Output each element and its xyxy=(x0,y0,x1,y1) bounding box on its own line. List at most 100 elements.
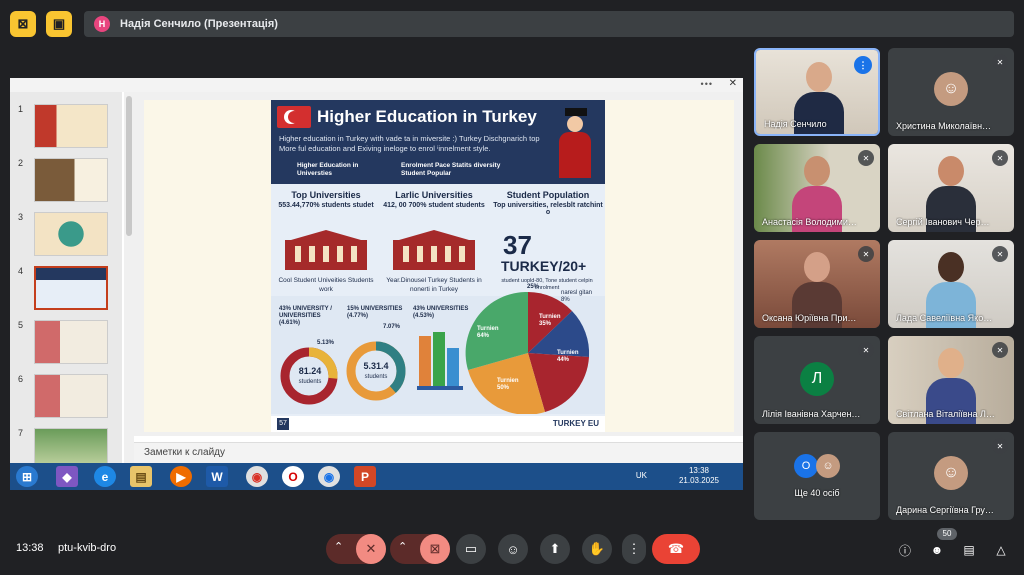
mic-control[interactable]: ⌃ ✕ xyxy=(326,534,386,564)
infographic: Higher Education in Turkey Higher educat… xyxy=(271,100,605,432)
participant-name: Христина Миколаївн… xyxy=(896,121,992,131)
mic-off-icon: ✕ xyxy=(992,246,1008,262)
info-icon[interactable]: ⓘ xyxy=(896,541,914,559)
mic-off-icon: ✕ xyxy=(992,54,1008,70)
present-button[interactable]: ⬆ xyxy=(540,534,570,564)
opera-icon[interactable]: O xyxy=(282,466,304,487)
thumb-number: 4 xyxy=(18,266,24,276)
participant-tile[interactable]: Л ✕ Лілія Іванівна Харчен… xyxy=(754,336,880,424)
donut2-label: 15% UNIVERSITIES (4.77%) xyxy=(347,306,403,319)
col2-sub: 412, 00 700% student students xyxy=(383,202,485,209)
col1-head: Top Universities 553.44,770% students st… xyxy=(271,190,381,209)
mic-off-icon: ✕ xyxy=(858,342,874,358)
mic-off-button[interactable]: ✕ xyxy=(356,534,386,564)
infographic-charts: 43% UNIVERSITY / UNIVERSITIES (4.61%) 5.… xyxy=(271,284,605,414)
participant-name: Анастасія Володими… xyxy=(762,217,857,227)
participant-tile[interactable]: ✕ Оксана Юріївна При… xyxy=(754,240,880,328)
meeting-code: ptu-kvib-dro xyxy=(58,542,117,554)
more-participants-label: Ще 40 осіб xyxy=(794,488,840,498)
donut1-unit: students xyxy=(298,379,322,385)
bar-2 xyxy=(433,332,445,386)
participant-name: Світлана Віталіївна Л… xyxy=(896,409,995,419)
pie-note: naresl gitan 8% xyxy=(561,290,593,303)
explorer-icon[interactable]: ▤ xyxy=(130,466,152,487)
windows-taskbar: ⊞ ◆ e ▤ ▶ W ◉ O ◉ P UK 13:38 21.03.2025 xyxy=(10,463,743,490)
meeting-clock: 13:38 xyxy=(16,542,44,554)
people-count-badge: 50 xyxy=(937,528,957,540)
thumb-number: 3 xyxy=(18,212,24,222)
media-player-icon[interactable]: ▶ xyxy=(170,466,192,487)
thumbnail-scrollbar[interactable] xyxy=(124,92,134,464)
more-participants-tile[interactable]: О ☺ Ще 40 осіб xyxy=(754,432,880,520)
footer-number: 57 xyxy=(277,418,289,430)
emoji-button[interactable]: ☺ xyxy=(498,534,528,564)
participant-tile[interactable]: ☺ ✕ Христина Миколаївн… xyxy=(888,48,1014,136)
mic-off-icon: ✕ xyxy=(858,246,874,262)
slide-notes[interactable]: Заметки к слайду xyxy=(134,442,743,464)
scroll-handle[interactable] xyxy=(126,96,132,236)
camera-control[interactable]: ⌃ ⊠ xyxy=(390,534,450,564)
participant-name: Оксана Юріївна При… xyxy=(762,313,857,323)
activities-icon[interactable]: △ xyxy=(992,541,1010,559)
university-building-icon xyxy=(281,230,371,270)
people-icon[interactable]: ☻ xyxy=(928,541,946,559)
participant-tile[interactable]: ✕ Світлана Віталіївна Л… xyxy=(888,336,1014,424)
presenter-avatar: Н xyxy=(94,16,110,32)
pie-slice-label-1: Turnien 64% xyxy=(477,326,499,339)
camera-off-icon[interactable]: ⊠ xyxy=(10,11,36,37)
chat-icon[interactable]: ▤ xyxy=(960,541,978,559)
thumb-image xyxy=(34,266,108,310)
thumb-number: 2 xyxy=(18,158,24,168)
leave-call-button[interactable]: ☎ xyxy=(652,534,700,564)
col2-head: Larlic Universities 412, 00 700% student… xyxy=(379,190,489,209)
thumb-image xyxy=(34,320,108,364)
bar-base xyxy=(417,386,463,390)
avatar: ☺ xyxy=(934,72,968,106)
word-icon[interactable]: W xyxy=(206,466,228,487)
avatar: ☺ xyxy=(816,454,840,478)
participant-tile[interactable]: ⋮ Надія Сенчило xyxy=(754,48,880,136)
chevron-up-icon[interactable]: ⌃ xyxy=(398,540,407,553)
infographic-header: Higher Education in Turkey Higher educat… xyxy=(271,100,605,184)
participant-tile[interactable]: ☺ ✕ Дарина Сергіївна Гру… xyxy=(888,432,1014,520)
col2-title: Larlic Universities xyxy=(395,190,473,200)
graduate-illustration xyxy=(553,108,597,180)
col3-title: Student Population xyxy=(506,190,590,200)
more-options-button[interactable]: ⋮ xyxy=(622,534,646,564)
info-tag-1: Higher Education in Universties xyxy=(297,162,359,177)
slide-thumbnails: 1 2 3 4 5 6 7 xyxy=(10,92,122,472)
taskbar-date: 21.03.2025 xyxy=(678,476,719,485)
pie-slice-label-2: Turnien 35% xyxy=(539,314,561,327)
thumb-number: 5 xyxy=(18,320,24,330)
mic-off-icon: ✕ xyxy=(992,342,1008,358)
col1-sub: 553.44,770% students studet xyxy=(278,202,374,209)
participant-name: Дарина Сергіївна Гру… xyxy=(896,505,994,515)
info-tag-2: Enrolment Pace Statits diversity Student… xyxy=(401,162,501,177)
language-indicator[interactable]: UK xyxy=(636,471,647,480)
camera-off-button[interactable]: ⊠ xyxy=(420,534,450,564)
powerpoint-icon[interactable]: P xyxy=(354,466,376,487)
participant-tile[interactable]: ✕ Анастасія Володими… xyxy=(754,144,880,232)
thumb-number: 1 xyxy=(18,104,24,114)
start-icon[interactable]: ⊞ xyxy=(16,466,38,487)
donut-chart-1 xyxy=(280,347,338,405)
pie-slice-label-3: Turnien 44% xyxy=(557,350,579,363)
infographic-title: Higher Education in Turkey xyxy=(317,107,537,126)
raise-hand-button[interactable]: ✋ xyxy=(582,534,612,564)
chrome-icon[interactable]: ◉ xyxy=(318,466,340,487)
taskbar-clock[interactable]: 13:38 21.03.2025 xyxy=(679,466,719,486)
presentation-icon[interactable]: ▣ xyxy=(46,11,72,37)
thumb-number: 7 xyxy=(18,428,24,438)
avatar: О xyxy=(794,454,818,478)
captions-button[interactable]: ▭ xyxy=(456,534,486,564)
participant-tile[interactable]: ✕ Лада Савеліївна Яко… xyxy=(888,240,1014,328)
visual-studio-icon[interactable]: ◆ xyxy=(56,466,78,487)
close-icon[interactable]: ✕ xyxy=(729,78,737,89)
chevron-up-icon[interactable]: ⌃ xyxy=(334,540,343,553)
infographic-footer: 57 TURKEY EU xyxy=(271,416,605,432)
chrome-icon[interactable]: ◉ xyxy=(246,466,268,487)
participant-name: Лада Савеліївна Яко… xyxy=(896,313,993,323)
ie-icon[interactable]: e xyxy=(94,466,116,487)
more-icon[interactable]: ••• xyxy=(701,79,713,89)
participant-tile[interactable]: ✕ Сергій Іванович Чер… xyxy=(888,144,1014,232)
